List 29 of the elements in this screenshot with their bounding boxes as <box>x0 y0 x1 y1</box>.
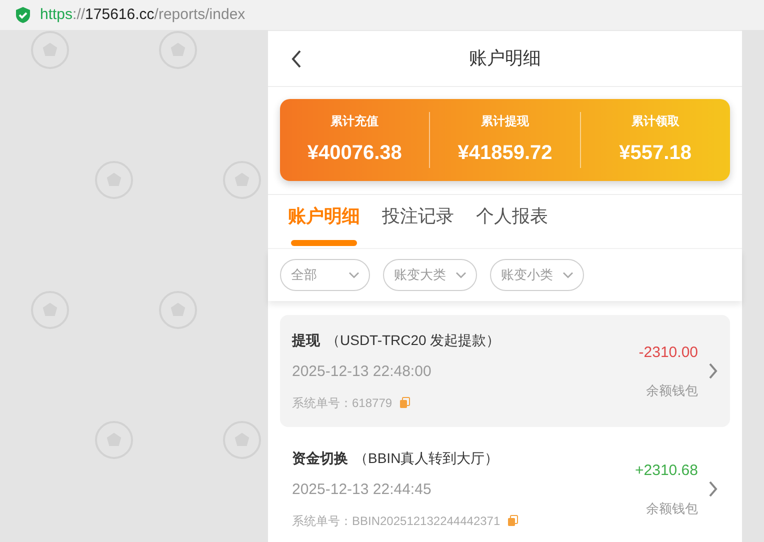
summary-value: ¥41859.72 <box>458 141 552 166</box>
tab[interactable]: 个人报表 <box>476 194 548 248</box>
copy-icon[interactable] <box>508 515 518 526</box>
record-card[interactable]: 提现 （USDT-TRC20 发起提款） 2025-12-13 22:48:00 系统单号：618779 -2310.00 余额钱包 <box>280 315 730 427</box>
record-amount: -2310.00 <box>638 343 698 363</box>
order-number: 系统单号：BBIN202512132244442371 <box>292 512 500 530</box>
record-type: 资金切换 <box>292 449 348 468</box>
wallet-label: 余额钱包 <box>646 500 698 518</box>
tab[interactable]: 投注记录 <box>382 194 454 248</box>
order-number: 系统单号：618779 <box>292 394 392 412</box>
record-detail: （BBIN真人转到大厅） <box>354 449 499 468</box>
summary-label: 累计充值 <box>330 113 379 130</box>
record-detail: （USDT-TRC20 发起提款） <box>326 331 500 350</box>
record-time: 2025-12-13 22:44:45 <box>292 480 432 500</box>
shield-check-icon <box>16 7 30 23</box>
copy-icon[interactable] <box>400 397 410 408</box>
summary-value: ¥40076.38 <box>307 141 402 166</box>
page-title: 账户明细 <box>469 47 541 70</box>
summary-label: 累计提现 <box>480 113 529 130</box>
url-text: https://175616.cc/reports/index <box>40 4 246 25</box>
record-time: 2025-12-13 22:48:00 <box>292 362 432 382</box>
wallet-label: 余额钱包 <box>646 382 698 400</box>
chevron-right-icon <box>708 362 718 380</box>
chevron-right-icon <box>708 480 718 498</box>
summary-value: ¥557.18 <box>619 141 692 166</box>
record-amount: +2310.68 <box>635 461 698 481</box>
record-type: 提现 <box>292 331 320 350</box>
summary-label: 累计领取 <box>631 113 680 130</box>
address-bar[interactable]: https://175616.cc/reports/index <box>0 0 764 30</box>
